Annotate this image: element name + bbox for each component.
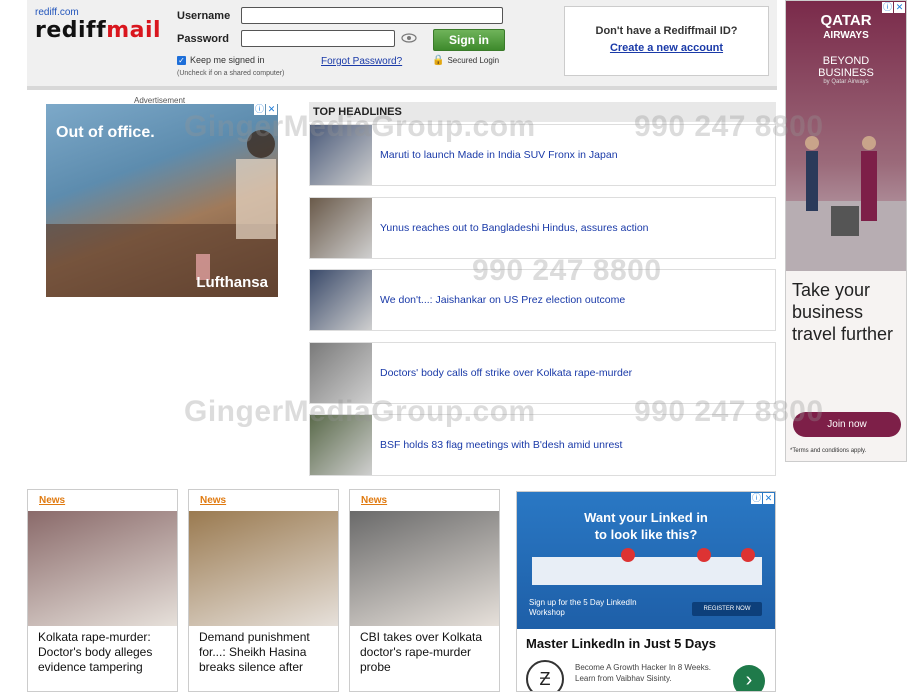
lock-icon: 🔒: [432, 55, 445, 66]
lufthansa-logo: Lufthansa: [196, 274, 268, 291]
password-label: Password: [177, 33, 229, 45]
sub3: by Qatar Airways: [823, 79, 869, 85]
password-input[interactable]: [241, 30, 395, 47]
news-title[interactable]: Demand punishment for...: Sheikh Hasina …: [189, 626, 338, 675]
travellers-image: [786, 136, 906, 271]
qatar-airways-ad[interactable]: QATAR AIRWAYS BEYOND BUSINESS by Qatar A…: [785, 0, 907, 462]
login-panel: rediff.com rediffmail Username Password …: [27, 0, 777, 90]
ad-signup-text: Sign up for the 5 Day LinkedIn Workshop: [529, 598, 637, 617]
ad-close-icon[interactable]: ✕: [894, 2, 905, 13]
logo-part-2: mail: [106, 18, 162, 43]
news-title[interactable]: Kolkata rape-murder: Doctor's body alleg…: [28, 626, 177, 675]
qatar-logo-line1: QATAR: [820, 12, 872, 29]
username-label: Username: [177, 10, 231, 22]
no-id-text: Don't have a Rediffmail ID?: [595, 25, 738, 37]
news-image[interactable]: [350, 511, 499, 626]
headline-thumbnail[interactable]: [310, 342, 372, 403]
headline-link[interactable]: BSF holds 83 flag meetings with B'desh a…: [380, 415, 622, 475]
news-tag-link[interactable]: News: [361, 495, 499, 511]
create-account-link[interactable]: Create a new account: [565, 42, 768, 54]
news-card[interactable]: News Demand punishment for...: Sheikh Has…: [188, 489, 339, 692]
ad-scene-image: [46, 130, 278, 297]
terms-text: *Terms and conditions apply.: [790, 448, 867, 454]
keep-signed-in-checkbox[interactable]: ✓: [177, 55, 186, 65]
create-account-box: Don't have a Rediffmail ID? Create a new…: [564, 6, 769, 76]
headline-row[interactable]: Maruti to launch Made in India SUV Fronx…: [309, 124, 776, 186]
headline-row[interactable]: BSF holds 83 flag meetings with B'desh a…: [309, 414, 776, 476]
news-card[interactable]: News Kolkata rape-murder: Doctor's body a…: [27, 489, 178, 692]
news-tag-link[interactable]: News: [200, 495, 338, 511]
headline-row[interactable]: We don't...: Jaishankar on US Prez elect…: [309, 269, 776, 331]
chevron-right-icon[interactable]: ›: [733, 665, 765, 691]
headline-thumbnail[interactable]: [310, 415, 372, 475]
ad-line1: Want your Linked in: [584, 510, 708, 525]
headline-thumbnail[interactable]: [310, 125, 372, 185]
news-tag-link[interactable]: News: [39, 495, 177, 511]
news-image[interactable]: [189, 511, 338, 626]
ad-banner: Want your Linked in to look like this? S…: [517, 492, 775, 629]
ad-description: Become A Growth Hacker In 8 Weeks. Learn…: [575, 663, 711, 683]
keep-signed-in[interactable]: ✓ Keep me signed in: [177, 55, 265, 65]
headline-thumbnail[interactable]: [310, 197, 372, 258]
qatar-logo-line2: AIRWAYS: [823, 30, 869, 41]
ad-close-icon[interactable]: ✕: [266, 104, 277, 115]
logo-part-1: rediff: [35, 18, 107, 43]
ad-text-area: Take your business travel further Join n…: [786, 271, 906, 461]
register-now-button[interactable]: REGISTER NOW: [692, 602, 762, 616]
keep-signed-in-label: Keep me signed in: [190, 55, 265, 65]
news-image[interactable]: [28, 511, 177, 626]
ad-close-icon[interactable]: ✕: [763, 493, 774, 504]
linkedin-workshop-ad[interactable]: Want your Linked in to look like this? S…: [516, 491, 776, 692]
headline-thumbnail[interactable]: [310, 270, 372, 330]
sub1: BEYOND: [822, 55, 870, 67]
headline-link[interactable]: We don't...: Jaishankar on US Prez elect…: [380, 270, 625, 330]
show-password-icon[interactable]: [401, 33, 417, 43]
forgot-password-link[interactable]: Forgot Password?: [321, 56, 402, 67]
secured-login: 🔒 Secured Login: [432, 55, 499, 66]
top-headlines-title: TOP HEADLINES: [309, 102, 776, 122]
rediffmail-logo[interactable]: rediffmail: [35, 18, 161, 43]
ad-info-icon[interactable]: ⓘ: [882, 2, 893, 13]
ad-title: Master LinkedIn in Just 5 Days: [526, 636, 717, 651]
ad-info-icon[interactable]: ⓘ: [254, 104, 265, 115]
news-card[interactable]: News CBI takes over Kolkata doctor's rape…: [349, 489, 500, 692]
shared-computer-note: (Uncheck if on a shared computer): [177, 70, 285, 77]
ad-image: QATAR AIRWAYS BEYOND BUSINESS by Qatar A…: [786, 1, 906, 271]
lufthansa-ad[interactable]: Out of office. Lufthansa ⓘ ✕: [46, 104, 278, 297]
secured-login-label: Secured Login: [447, 56, 500, 65]
headline-link[interactable]: Maruti to launch Made in India SUV Fronx…: [380, 125, 618, 185]
sub2: BUSINESS: [818, 67, 874, 79]
ad-info-icon[interactable]: ⓘ: [751, 493, 762, 504]
username-input[interactable]: [241, 7, 503, 24]
join-now-button[interactable]: Join now: [793, 412, 901, 437]
news-title[interactable]: CBI takes over Kolkata doctor's rape-mur…: [350, 626, 499, 675]
headline-link[interactable]: Yunus reaches out to Bangladeshi Hindus,…: [380, 198, 649, 258]
beyond-business: BEYOND BUSINESS: [786, 55, 906, 79]
sign-in-button[interactable]: Sign in: [433, 29, 505, 51]
ad-tagline: Take your business travel further: [792, 280, 894, 344]
linkedin-mockup-image: [532, 548, 762, 585]
ad-line2: to look like this?: [594, 527, 698, 542]
advertiser-logo-icon: Ƶ: [526, 660, 564, 691]
headline-row[interactable]: Yunus reaches out to Bangladeshi Hindus,…: [309, 196, 776, 259]
headline-link[interactable]: Doctors' body calls off strike over Kolk…: [380, 343, 632, 403]
headline-row[interactable]: Doctors' body calls off strike over Kolk…: [309, 341, 776, 404]
rediff-link[interactable]: rediff.com: [35, 7, 79, 18]
